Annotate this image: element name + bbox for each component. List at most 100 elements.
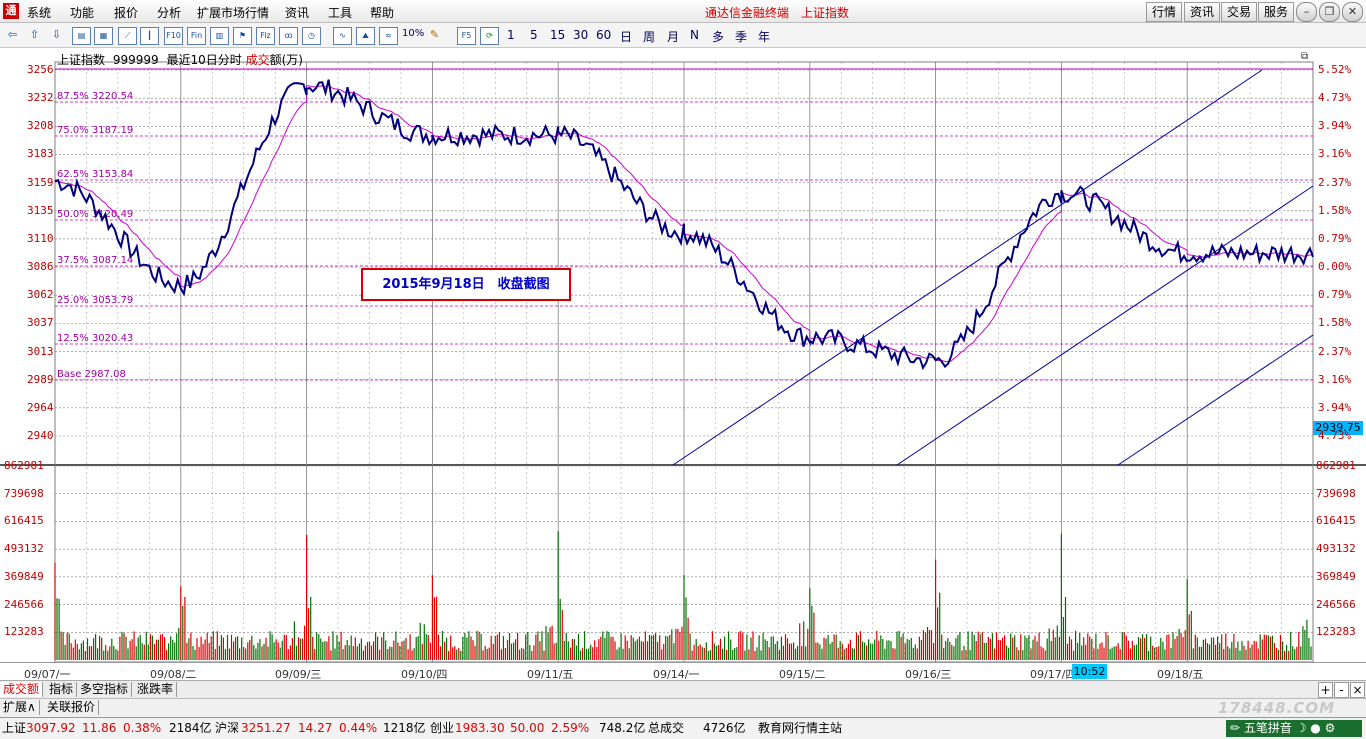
menu-analysis[interactable]: 分析 [157,4,181,21]
volume-axis-label: 369849 [4,569,44,583]
menu-system[interactable]: 系统 [27,4,51,21]
menu-function[interactable]: 功能 [70,4,94,21]
info-button[interactable]: 资讯 [1184,2,1220,22]
fib-level-label: 62.5% 3153.84 [57,169,133,180]
period-week[interactable]: 周 [643,28,655,45]
period-quarter[interactable]: 季 [735,28,747,45]
sh-label: 上证 [2,721,27,735]
pct-axis-label: 1.58% [1318,203,1352,217]
price-axis-label: 2989 [27,372,54,386]
app-logo-icon[interactable]: 通 [3,3,19,19]
trade-button[interactable]: 交易 [1221,2,1257,22]
pencil-icon[interactable]: ✎ [426,27,443,43]
pct-axis-label: 5.52% [1318,63,1352,76]
pattern-icon[interactable]: ꝏ [279,27,298,45]
price-axis-label: 2940 [27,429,54,442]
tab-bull-bear[interactable]: 多空指标 [77,682,133,697]
price-axis-label: 3135 [27,203,54,217]
sh-pct: 0.38% [123,721,162,735]
period-30min[interactable]: 30 [573,28,588,42]
watermark: 178448.COM [1218,699,1336,717]
period-day[interactable]: 日 [620,28,632,45]
tab-indicator[interactable]: 指标 [46,682,78,697]
tab-extend[interactable]: 扩展∧ [0,700,40,715]
period-multi[interactable]: 多 [712,28,724,45]
indicator-tabs: 成交额 指标 多空指标 涨跌率 + - × [0,680,1366,699]
price-axis-label: 3232 [27,91,54,105]
tab-related-quote[interactable]: 关联报价 [44,700,100,715]
sz-price: 3251.27 [241,721,291,735]
volume-axis-label-right: 369849 [1316,569,1356,583]
tab-rise-fall[interactable]: 涨跌率 [134,682,178,697]
pct-axis-label: 1.58% [1318,316,1352,330]
time-cursor-tag: 10:52 [1072,664,1107,679]
grid-icon[interactable]: ▦ [94,27,113,45]
pct-axis-label: 2.37% [1318,344,1352,358]
period-year[interactable]: 年 [758,28,770,45]
intraday-chart[interactable]: 87.5% 3220.54 75.0% 3187.19 62.5% 3153.84 5… [0,48,1366,662]
price-axis-label: 3037 [27,316,54,330]
sz-pct: 0.44% [339,721,378,735]
volume-axis-label-right: 493132 [1316,542,1356,556]
menu-quote[interactable]: 报价 [114,4,138,21]
fib-level-label: 25.0% 3053.79 [57,295,133,306]
minimize-icon[interactable]: – [1296,2,1317,22]
price-axis-label: 3256 [27,63,54,76]
back-arrow-icon[interactable]: ⇦ [4,27,21,43]
sh-change: 11.86 [82,721,117,735]
pct-axis-label: 0.79% [1318,288,1352,302]
up-arrow-icon[interactable]: ⇧ [26,27,43,43]
menu-extended-market[interactable]: 扩展市场行情 [197,4,269,21]
refresh-icon[interactable]: ⟳ [480,27,499,45]
pct-scale-button[interactable]: 10% [402,28,424,39]
candle-icon[interactable]: ┃ [140,27,159,45]
period-60min[interactable]: 60 [596,28,611,42]
chart-maximize-icon[interactable]: ⧉ [1301,51,1308,62]
book-icon[interactable]: ▥ [210,27,229,45]
toolbar: ⇦ ⇧ ⇩ ▤ ▦ ⟋ ┃ F10 Fin ▥ ⚑ Fiz ꝏ ◷ ∿ ⛰ ≈ … [0,23,1366,48]
menu-info[interactable]: 资讯 [285,4,309,21]
f5-button[interactable]: F5 [457,27,476,45]
service-button[interactable]: 服务 [1258,2,1294,22]
zoom-in-button[interactable]: + [1318,682,1333,698]
period-month[interactable]: 月 [667,28,679,45]
restore-icon[interactable]: ❐ [1319,2,1340,22]
period-5min[interactable]: 5 [530,28,538,42]
menu-help[interactable]: 帮助 [370,4,394,21]
flag-icon[interactable]: ⚑ [233,27,252,45]
down-arrow-icon[interactable]: ⇩ [48,27,65,43]
close-icon[interactable]: ✕ [1342,2,1363,22]
zoom-out-button[interactable]: - [1334,682,1349,698]
close-panel-button[interactable]: × [1350,682,1365,698]
line-chart-icon[interactable]: ⟋ [118,27,137,45]
fin-icon[interactable]: Fin [187,27,206,45]
trend-icon[interactable]: ∿ [333,27,352,45]
wave-icon[interactable]: ≈ [379,27,398,45]
chart-header: 上证指数 999999 最近10日分时 成交额(万) [57,51,303,68]
window-index-title: 上证指数 [801,6,850,20]
price-axis-label: 3208 [27,119,54,133]
page-icon[interactable]: ▤ [72,27,91,45]
sh-price: 3097.92 [26,721,76,735]
quote-button[interactable]: 行情 [1146,2,1182,22]
price-axis-label: 3062 [27,288,54,302]
mountain-icon[interactable]: ⛰ [356,27,375,45]
cy-pct: 2.59% [551,721,590,735]
chart-area[interactable]: 87.5% 3220.54 75.0% 3187.19 62.5% 3153.84 5… [0,48,1366,662]
tab-turnover[interactable]: 成交额 [0,682,44,697]
period-n[interactable]: N [690,28,699,42]
pct-axis-label: 3.16% [1318,147,1352,161]
period-15min[interactable]: 15 [550,28,565,42]
clock-icon[interactable]: ◷ [302,27,321,45]
channel-line-lower [1117,334,1314,466]
fib-level-label: Base 2987.08 [57,369,126,380]
chart-vol-suffix: 额(万) [269,53,303,67]
period-1min[interactable]: 1 [507,28,515,42]
ime-bar[interactable]: ✏ 五笔拼音 ☽ ● ⚙ [1226,720,1362,737]
pct-axis-label: 3.94% [1318,119,1352,133]
menu-tools[interactable]: 工具 [328,4,352,21]
fiz-icon[interactable]: Fiz [256,27,275,45]
channel-line-middle [896,185,1314,466]
fib-level-label: 75.0% 3187.19 [57,125,133,136]
F10-icon[interactable]: F10 [164,27,183,45]
